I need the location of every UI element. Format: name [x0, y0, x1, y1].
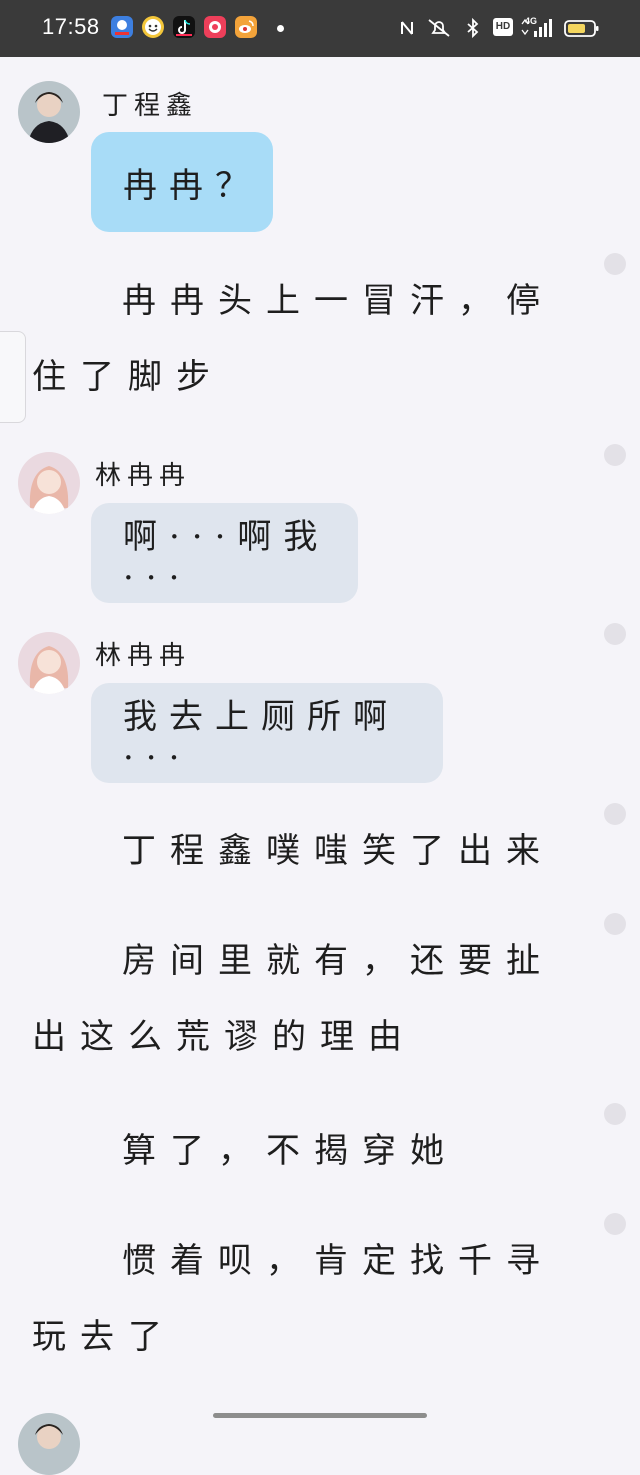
- side-drawer-handle[interactable]: [0, 331, 26, 423]
- avatar-lin-ranran[interactable]: [18, 452, 80, 514]
- avatar-ding-chengxin[interactable]: [18, 81, 80, 143]
- mute-bell-icon: [428, 19, 450, 37]
- chat-bubble-text: 啊···啊我···: [123, 516, 330, 598]
- tiktok-app-icon: [173, 16, 195, 38]
- hd-voice-badge: HD: [493, 18, 513, 36]
- paragraph-comment-marker[interactable]: [604, 1103, 626, 1125]
- chat-bubble: 冉冉？: [91, 132, 273, 232]
- chat-bubble-text: 我去上厕所啊···: [123, 696, 399, 778]
- weibo-app-icon: [235, 16, 257, 38]
- signal-icon: [521, 18, 552, 37]
- narration-paragraph: 房间里就有，还要扯出这么荒谬的理由: [32, 941, 554, 1057]
- home-indicator[interactable]: [213, 1413, 427, 1418]
- bluetooth-icon: [467, 17, 479, 39]
- narration-paragraph: 惯着呗，肯定找千寻玩去了: [32, 1241, 554, 1357]
- paragraph-comment-marker[interactable]: [604, 1213, 626, 1235]
- clock: 17:58: [42, 14, 100, 39]
- speaker-name: 丁程鑫: [102, 91, 199, 121]
- reading-content[interactable]: 丁程鑫 冉冉？ 冉冉头上一冒汗，停住了脚步 林冉冉 啊···啊我··· 林冉冉 …: [0, 57, 640, 1475]
- baidu-map-app-icon: [111, 16, 133, 38]
- speaker-name: 林冉冉: [95, 461, 192, 491]
- narration-paragraph: 冉冉头上一冒汗，停住了脚步: [32, 281, 554, 397]
- paragraph-comment-marker[interactable]: [604, 803, 626, 825]
- paragraph-comment-marker[interactable]: [604, 253, 626, 275]
- paragraph-comment-marker[interactable]: [604, 913, 626, 935]
- avatar-lin-ranran[interactable]: [18, 632, 80, 694]
- avatar-ding-chengxin[interactable]: [18, 1413, 80, 1475]
- video-app-icon: [204, 16, 226, 38]
- battery-icon: [564, 20, 599, 37]
- narration-paragraph: 算了，不揭穿她: [122, 1131, 458, 1171]
- smiley-app-icon: [142, 16, 164, 38]
- speaker-name: 林冉冉: [95, 641, 192, 671]
- chat-bubble: 我去上厕所啊···: [91, 683, 443, 783]
- nfc-icon: [401, 21, 413, 35]
- chat-bubble-text: 冉冉？: [123, 165, 261, 206]
- notification-dot: [277, 25, 284, 32]
- chat-bubble: 啊···啊我···: [91, 503, 358, 603]
- paragraph-comment-marker[interactable]: [604, 444, 626, 466]
- narration-paragraph: 丁程鑫噗嗤笑了出来: [122, 831, 554, 871]
- paragraph-comment-marker[interactable]: [604, 623, 626, 645]
- status-bar: 17:58 HD 4G: [0, 0, 640, 57]
